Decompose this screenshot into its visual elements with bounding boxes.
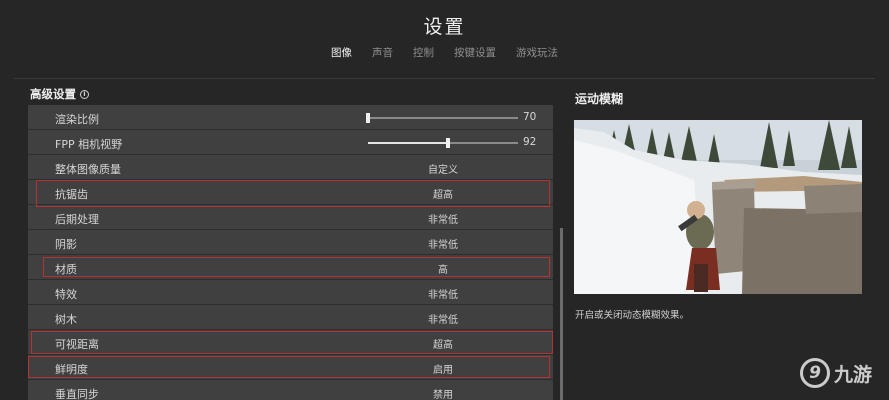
- settings-tabs: 图像 声音 控制 按键设置 游戏玩法: [0, 45, 889, 60]
- slider-value: 92: [523, 136, 537, 148]
- watermark-text: 九游: [834, 363, 873, 386]
- header-divider: [14, 78, 875, 79]
- settings-scrollbar[interactable]: [560, 228, 563, 400]
- setting-value[interactable]: 非常低: [348, 211, 538, 226]
- setting-label: 特效: [55, 288, 77, 301]
- setting-label: 整体图像质量: [55, 163, 121, 176]
- advanced-settings-label: 高级设置: [30, 87, 76, 101]
- setting-value[interactable]: 启用: [348, 361, 538, 376]
- setting-value[interactable]: 非常低: [348, 286, 538, 301]
- setting-row-antialiasing[interactable]: 抗锯齿 超高: [28, 180, 553, 205]
- setting-row-sharpen[interactable]: 鲜明度 启用: [28, 355, 553, 380]
- setting-label: 材质: [55, 263, 77, 276]
- setting-row-fpp-fov[interactable]: FPP 相机视野 92: [28, 130, 553, 155]
- setting-label: 可视距离: [55, 338, 99, 351]
- setting-label: 后期处理: [55, 213, 99, 226]
- slider-thumb[interactable]: [445, 138, 450, 148]
- preview-description: 开启或关闭动态模糊效果。: [575, 310, 690, 321]
- slider-value: 70: [523, 111, 537, 123]
- setting-row-vsync[interactable]: 垂直同步 禁用: [28, 380, 553, 400]
- setting-row-shadows[interactable]: 阴影 非常低: [28, 230, 553, 255]
- tab-keybindings[interactable]: 按键设置: [454, 45, 496, 60]
- tab-control[interactable]: 控制: [413, 45, 434, 60]
- preview-title: 运动模糊: [575, 92, 624, 106]
- preview-scene: [574, 120, 862, 294]
- setting-row-textures[interactable]: 材质 高: [28, 255, 553, 280]
- setting-value[interactable]: 超高: [348, 186, 538, 201]
- watermark-logo-icon: 9: [800, 358, 830, 388]
- tab-gameplay[interactable]: 游戏玩法: [516, 45, 558, 60]
- info-icon[interactable]: i: [80, 89, 89, 99]
- setting-label: 渲染比例: [55, 113, 99, 126]
- setting-value[interactable]: 超高: [348, 336, 538, 351]
- tab-sound[interactable]: 声音: [372, 45, 393, 60]
- setting-label: FPP 相机视野: [55, 138, 123, 151]
- fpp-fov-slider[interactable]: [368, 138, 518, 148]
- render-scale-slider[interactable]: [366, 113, 518, 123]
- setting-label: 树木: [55, 313, 77, 326]
- setting-row-overall-quality[interactable]: 整体图像质量 自定义: [28, 155, 553, 180]
- setting-label: 抗锯齿: [55, 188, 88, 201]
- slider-thumb[interactable]: [366, 113, 370, 123]
- tab-graphics[interactable]: 图像: [331, 45, 352, 60]
- setting-row-render-scale[interactable]: 渲染比例 70: [28, 105, 553, 130]
- slider-fill: [368, 142, 448, 144]
- setting-row-post-processing[interactable]: 后期处理 非常低: [28, 205, 553, 230]
- setting-row-effects[interactable]: 特效 非常低: [28, 280, 553, 305]
- setting-value[interactable]: 非常低: [348, 311, 538, 326]
- setting-label: 阴影: [55, 238, 77, 251]
- setting-value[interactable]: 自定义: [348, 161, 538, 176]
- watermark: 9 九游: [800, 358, 872, 388]
- settings-list: 渲染比例 70 FPP 相机视野 92 整体图像质量 自定义 抗锯齿 超高 后期…: [28, 105, 553, 400]
- setting-label: 鲜明度: [55, 363, 88, 376]
- setting-value[interactable]: 非常低: [348, 236, 538, 251]
- advanced-settings-title: 高级设置 i: [30, 86, 89, 102]
- setting-value[interactable]: 禁用: [348, 386, 538, 400]
- setting-row-foliage[interactable]: 树木 非常低: [28, 305, 553, 330]
- setting-label: 垂直同步: [55, 388, 99, 400]
- setting-value[interactable]: 高: [348, 261, 538, 276]
- page-title: 设置: [423, 16, 466, 38]
- preview-image: [574, 120, 862, 294]
- setting-row-view-distance[interactable]: 可视距离 超高: [28, 330, 553, 355]
